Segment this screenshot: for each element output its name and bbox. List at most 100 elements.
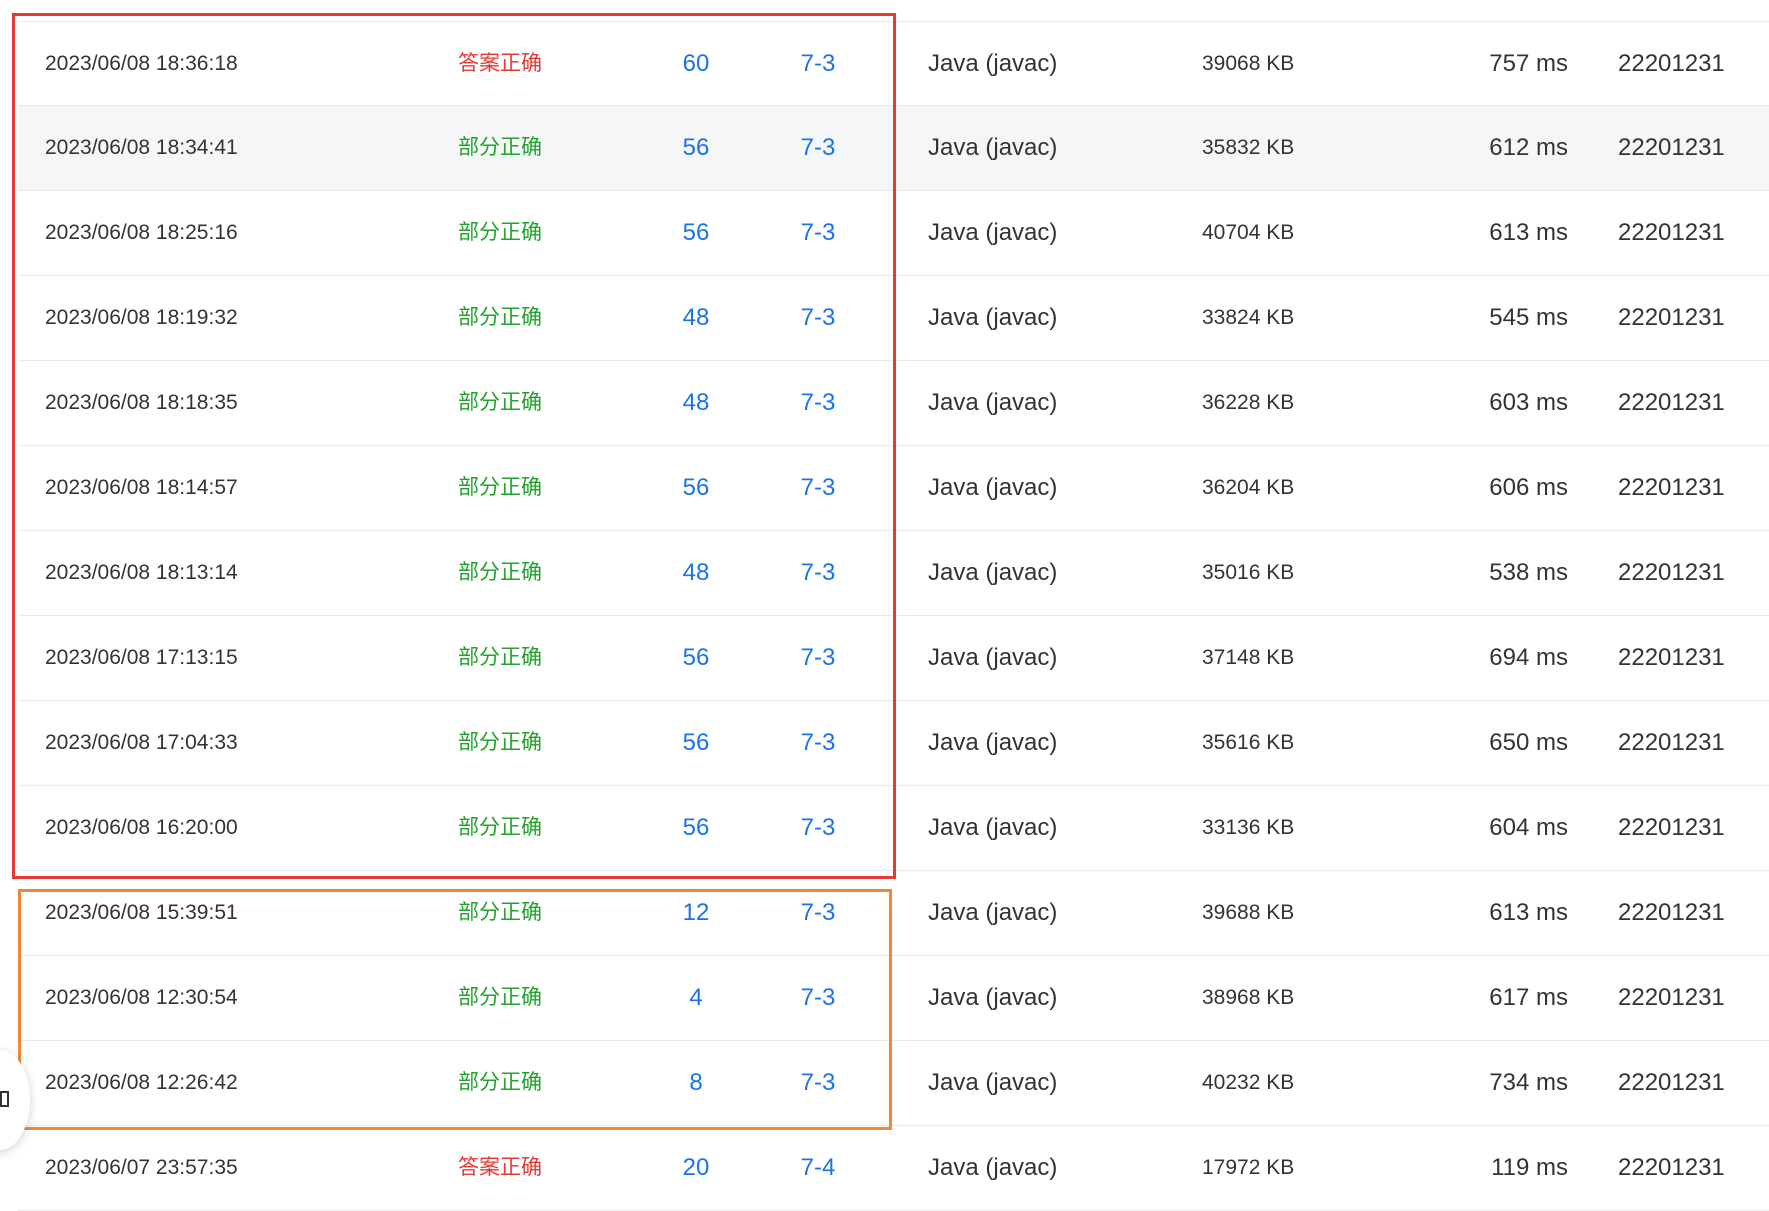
problem-link[interactable]: 7-3	[758, 191, 878, 275]
memory-usage: 40232 KB	[1202, 1071, 1295, 1094]
problem-link[interactable]: 7-3	[758, 1041, 878, 1125]
score-link[interactable]: 48	[648, 531, 744, 615]
run-time: 606 ms	[1489, 474, 1568, 501]
run-time: 734 ms	[1489, 1069, 1568, 1096]
submit-time: 2023/06/08 16:20:00	[45, 816, 238, 839]
problem-link[interactable]: 7-3	[758, 361, 878, 445]
compiler-label: Java (javac)	[928, 644, 1058, 671]
status-badge: 部分正确	[458, 646, 542, 669]
memory-usage: 33824 KB	[1202, 306, 1295, 329]
user-id: 22201231	[1618, 1069, 1725, 1096]
compiler-label: Java (javac)	[928, 134, 1058, 161]
submit-time: 2023/06/08 18:13:14	[45, 561, 238, 584]
table-row: 2023/06/08 12:30:54 部分正确 4 7-3 Java (jav…	[18, 956, 1769, 1041]
problem-link[interactable]: 7-3	[758, 106, 878, 190]
user-id: 22201231	[1618, 899, 1725, 926]
submit-time: 2023/06/08 18:34:41	[45, 136, 238, 159]
compiler-label: Java (javac)	[928, 899, 1058, 926]
problem-link[interactable]: 7-3	[758, 446, 878, 530]
user-id: 22201231	[1618, 50, 1725, 77]
table-row: 2023/06/08 16:20:00 部分正确 56 7-3 Java (ja…	[18, 786, 1769, 871]
memory-usage: 35832 KB	[1202, 136, 1295, 159]
problem-link[interactable]: 7-3	[758, 871, 878, 955]
submit-time: 2023/06/08 18:36:18	[45, 52, 238, 75]
user-id: 22201231	[1618, 984, 1725, 1011]
score-link[interactable]: 8	[648, 1041, 744, 1125]
score-link[interactable]: 48	[648, 276, 744, 360]
status-badge: 部分正确	[458, 731, 542, 754]
table-row: 2023/06/08 18:34:41 部分正确 56 7-3 Java (ja…	[18, 106, 1769, 191]
submit-time: 2023/06/08 18:25:16	[45, 221, 238, 244]
memory-usage: 35616 KB	[1202, 731, 1295, 754]
submit-time: 2023/06/08 18:19:32	[45, 306, 238, 329]
status-badge: 部分正确	[458, 816, 542, 839]
problem-link[interactable]: 7-3	[758, 701, 878, 785]
problem-link[interactable]: 7-3	[758, 22, 878, 106]
user-id: 22201231	[1618, 729, 1725, 756]
status-badge: 部分正确	[458, 221, 542, 244]
memory-usage: 36204 KB	[1202, 476, 1295, 499]
window-icon	[0, 1091, 9, 1107]
table-row: 2023/06/08 17:13:15 部分正确 56 7-3 Java (ja…	[18, 616, 1769, 701]
run-time: 119 ms	[1491, 1154, 1568, 1181]
problem-link[interactable]: 7-3	[758, 956, 878, 1040]
run-time: 545 ms	[1489, 304, 1568, 331]
compiler-label: Java (javac)	[928, 219, 1058, 246]
status-badge: 部分正确	[458, 561, 542, 584]
problem-link[interactable]: 7-3	[758, 531, 878, 615]
score-link[interactable]: 20	[648, 1126, 744, 1210]
status-badge: 部分正确	[458, 1071, 542, 1094]
submit-time: 2023/06/08 17:13:15	[45, 646, 238, 669]
problem-link[interactable]: 7-3	[758, 276, 878, 360]
score-link[interactable]: 56	[648, 106, 744, 190]
submit-time: 2023/06/08 15:39:51	[45, 901, 238, 924]
user-id: 22201231	[1618, 474, 1725, 501]
run-time: 613 ms	[1489, 219, 1568, 246]
score-link[interactable]: 56	[648, 616, 744, 700]
user-id: 22201231	[1618, 559, 1725, 586]
run-time: 603 ms	[1489, 389, 1568, 416]
table-row: 2023/06/08 12:26:42 部分正确 8 7-3 Java (jav…	[18, 1041, 1769, 1126]
score-link[interactable]: 60	[648, 22, 744, 106]
table-row: 2023/06/08 18:25:16 部分正确 56 7-3 Java (ja…	[18, 191, 1769, 276]
user-id: 22201231	[1618, 134, 1725, 161]
submit-time: 2023/06/08 17:04:33	[45, 731, 238, 754]
score-link[interactable]: 56	[648, 191, 744, 275]
status-badge: 部分正确	[458, 136, 542, 159]
submission-table: 2023/06/08 18:36:18 答案正确 60 7-3 Java (ja…	[18, 21, 1769, 1211]
submit-time: 2023/06/08 18:14:57	[45, 476, 238, 499]
score-link[interactable]: 4	[648, 956, 744, 1040]
compiler-label: Java (javac)	[928, 559, 1058, 586]
problem-link[interactable]: 7-4	[758, 1126, 878, 1210]
score-link[interactable]: 56	[648, 786, 744, 870]
compiler-label: Java (javac)	[928, 1069, 1058, 1096]
table-row: 2023/06/08 18:19:32 部分正确 48 7-3 Java (ja…	[18, 276, 1769, 361]
table-row: 2023/06/08 18:36:18 答案正确 60 7-3 Java (ja…	[18, 21, 1769, 106]
run-time: 757 ms	[1489, 50, 1568, 77]
score-link[interactable]: 48	[648, 361, 744, 445]
score-link[interactable]: 56	[648, 446, 744, 530]
memory-usage: 33136 KB	[1202, 816, 1295, 839]
run-time: 538 ms	[1489, 559, 1568, 586]
run-time: 650 ms	[1489, 729, 1568, 756]
table-row: 2023/06/08 18:13:14 部分正确 48 7-3 Java (ja…	[18, 531, 1769, 616]
submit-time: 2023/06/08 18:18:35	[45, 391, 238, 414]
table-row: 2023/06/08 17:04:33 部分正确 56 7-3 Java (ja…	[18, 701, 1769, 786]
compiler-label: Java (javac)	[928, 50, 1058, 77]
status-badge: 答案正确	[458, 1156, 542, 1179]
memory-usage: 38968 KB	[1202, 986, 1295, 1009]
status-badge: 部分正确	[458, 391, 542, 414]
status-badge: 部分正确	[458, 306, 542, 329]
compiler-label: Java (javac)	[928, 1154, 1058, 1181]
problem-link[interactable]: 7-3	[758, 786, 878, 870]
user-id: 22201231	[1618, 389, 1725, 416]
table-row: 2023/06/08 15:39:51 部分正确 12 7-3 Java (ja…	[18, 871, 1769, 956]
memory-usage: 35016 KB	[1202, 561, 1295, 584]
score-link[interactable]: 12	[648, 871, 744, 955]
run-time: 694 ms	[1489, 644, 1568, 671]
table-row: 2023/06/08 18:14:57 部分正确 56 7-3 Java (ja…	[18, 446, 1769, 531]
compiler-label: Java (javac)	[928, 984, 1058, 1011]
memory-usage: 39688 KB	[1202, 901, 1295, 924]
score-link[interactable]: 56	[648, 701, 744, 785]
problem-link[interactable]: 7-3	[758, 616, 878, 700]
